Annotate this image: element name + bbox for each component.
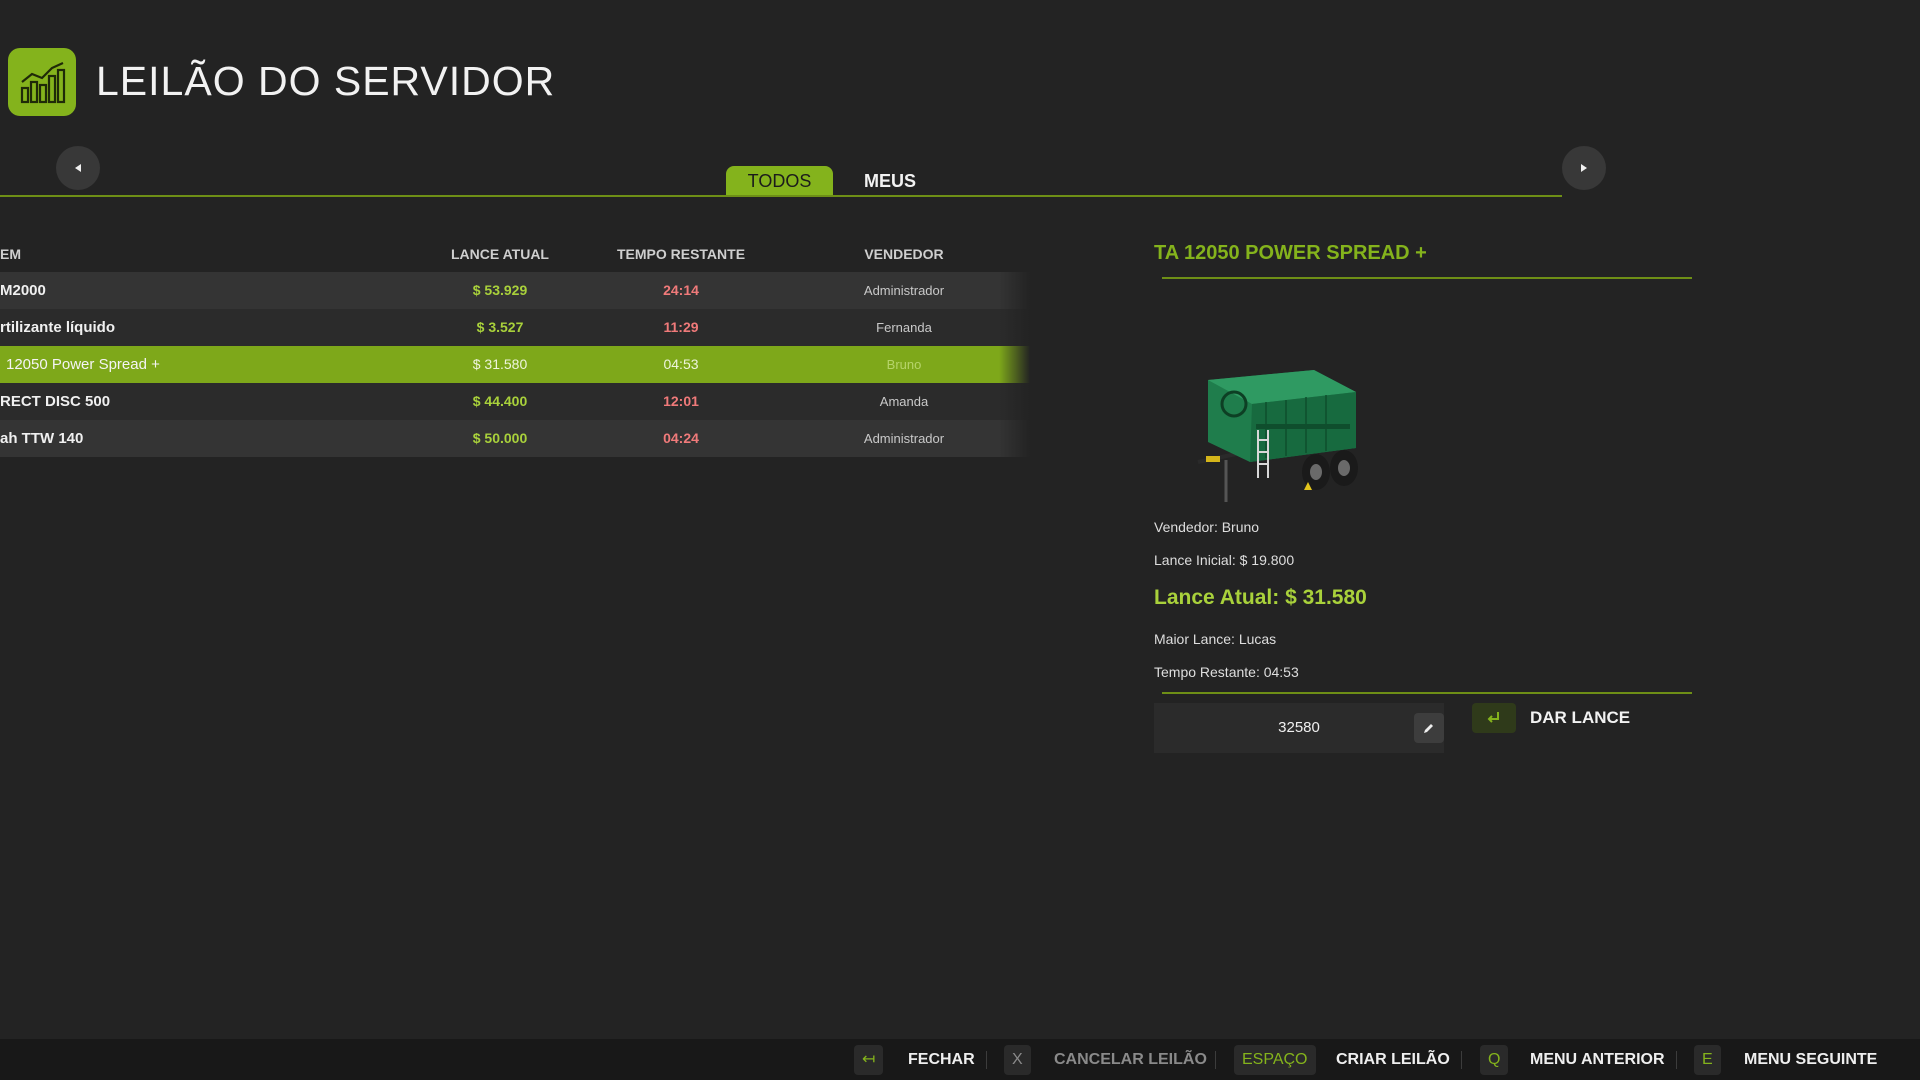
footer-separator [1461,1051,1462,1069]
row-time-left: 24:14 [663,282,699,298]
column-header-time-left: TEMPO RESTANTE [616,246,746,262]
detail-time-left: Tempo Restante: 04:53 [1154,664,1299,680]
previous-page-button[interactable] [56,146,100,190]
bar-chart-icon [20,61,66,104]
row-item-name: ah TTW 140 [0,430,84,447]
footer-separator [986,1051,987,1069]
detail-divider-bottom [1162,692,1692,694]
bid-amount-field[interactable]: 32580 [1154,703,1444,753]
row-item-name: M2000 [0,282,46,299]
next-page-button[interactable] [1562,146,1606,190]
row-item-name: rtilizante líquido [0,319,115,336]
table-row[interactable]: M2000 $ 53.929 24:14 Administrador [0,272,1030,309]
place-bid-button[interactable]: DAR LANCE [1472,703,1642,733]
table-row[interactable]: ah TTW 140 $ 50.000 04:24 Administrador [0,420,1030,457]
row-item-name: 12050 Power Spread + [6,356,160,373]
create-auction-label: CRIAR LEILÃO [1336,1051,1450,1068]
column-header-item: EM [0,246,21,262]
row-current-bid: $ 31.580 [472,356,528,372]
next-menu-label: MENU SEGUINTE [1744,1051,1878,1068]
tab-divider [0,195,1562,197]
tab-todos[interactable]: TODOS [726,166,833,196]
row-current-bid: $ 50.000 [472,430,528,446]
q-key-icon: Q [1480,1045,1509,1075]
auction-logo [8,48,76,116]
column-header-current-bid: LANCE ATUAL [451,246,549,262]
footer-separator [1676,1051,1677,1069]
row-time-left: 04:53 [663,356,699,372]
space-key-icon: ESPAÇO [1234,1045,1316,1075]
table-row-selected[interactable]: 12050 Power Spread + $ 31.580 04:53 Brun… [0,346,1030,383]
spreader-trailer-image [1196,360,1368,506]
detail-current-bid: Lance Atual: $ 31.580 [1154,586,1367,609]
e-key-icon: E [1694,1045,1721,1075]
tab-meus[interactable]: MEUS [850,166,930,196]
footer-bar: ↤ FECHAR X CANCELAR LEILÃO ESPAÇO CRIAR … [0,1039,1920,1080]
detail-initial-bid: Lance Inicial: $ 19.800 [1154,552,1295,568]
table-row[interactable]: RECT DISC 500 $ 44.400 12:01 Amanda [0,383,1030,420]
row-item-name: RECT DISC 500 [0,393,111,410]
detail-divider [1162,277,1692,279]
table-row[interactable]: rtilizante líquido $ 3.527 11:29 Fernand… [0,309,1030,346]
row-seller: Amanda [879,394,929,409]
row-seller: Administrador [863,431,945,446]
row-current-bid: $ 44.400 [472,393,528,409]
row-current-bid: $ 3.527 [476,319,524,335]
enter-key-icon [1472,703,1516,733]
pencil-icon [1424,724,1433,733]
detail-title: TA 12050 POWER SPREAD + [1154,242,1427,264]
row-seller: Fernanda [876,320,932,335]
close-label: FECHAR [908,1051,975,1068]
row-time-left: 04:24 [663,430,699,446]
footer-separator [1215,1051,1216,1069]
row-time-left: 11:29 [663,319,699,335]
cancel-auction-label: CANCELAR LEILÃO [1054,1051,1207,1068]
x-key-icon: X [1004,1045,1031,1075]
bid-amount-value[interactable]: 32580 [1154,703,1444,753]
previous-menu-label: MENU ANTERIOR [1530,1051,1665,1068]
back-key-icon: ↤ [854,1045,884,1075]
page-title: LEILÃO DO SERVIDOR [96,58,556,104]
place-bid-label: DAR LANCE [1530,708,1631,727]
row-current-bid: $ 53.929 [472,282,528,298]
arrow-left-icon [75,164,81,172]
row-seller: Bruno [886,357,922,372]
row-seller: Administrador [863,283,945,298]
edit-bid-button[interactable] [1414,713,1444,743]
column-header-seller: VENDEDOR [864,246,944,262]
arrow-right-icon [1581,164,1587,172]
detail-seller: Vendedor: Bruno [1154,519,1260,535]
detail-top-bidder: Maior Lance: Lucas [1154,631,1277,647]
row-time-left: 12:01 [663,393,699,409]
